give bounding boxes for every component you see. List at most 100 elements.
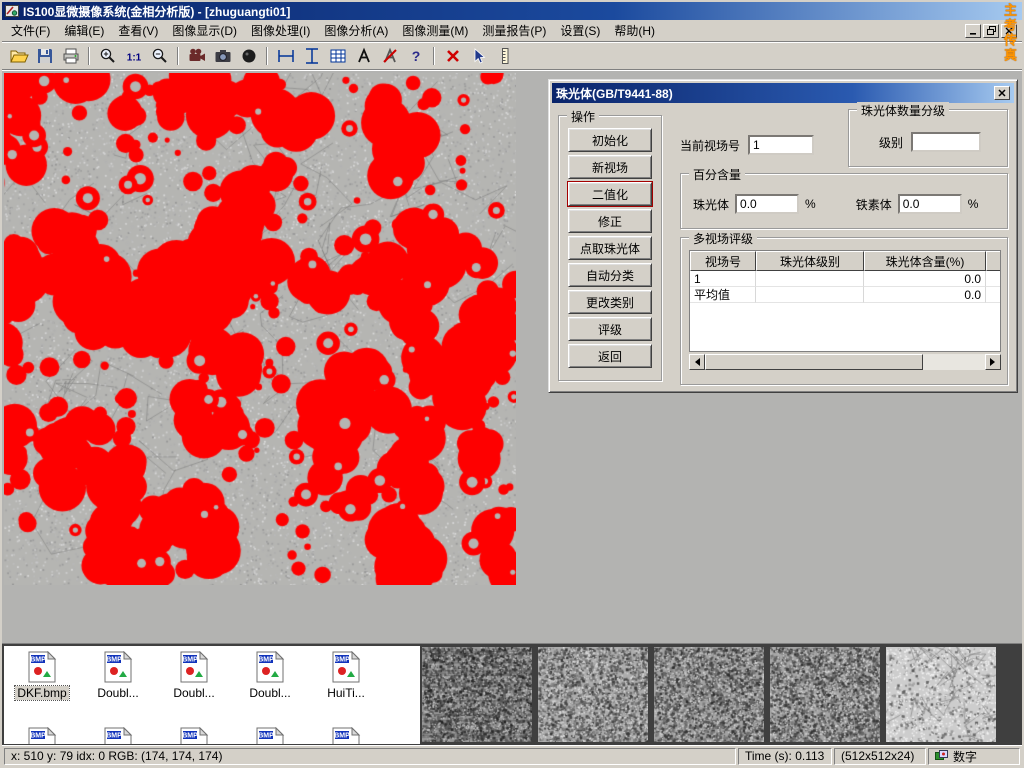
dialog-close-button[interactable]	[994, 86, 1010, 100]
video-capture-button[interactable]	[184, 45, 209, 68]
multifield-group-label: 多视场评级	[689, 230, 757, 247]
pearlite-percent-input[interactable]	[735, 194, 799, 214]
correct-button[interactable]: 修正	[568, 209, 652, 233]
bmp-file-icon: BMP	[102, 651, 134, 683]
svg-text:?: ?	[411, 48, 420, 64]
image-thumbnail[interactable]	[538, 647, 648, 742]
file-item[interactable]: BMP HuiTi...	[308, 646, 384, 722]
zoom-in-button[interactable]	[95, 45, 120, 68]
menu-measure-report[interactable]: 测量报告(P)	[475, 20, 553, 41]
table-row[interactable]: 1 0.0	[690, 271, 1001, 287]
pointer-tool-button[interactable]	[466, 45, 491, 68]
multifield-table: 视场号 珠光体级别 珠光体含量(%) 铁素体含量(%) 1 0.0	[689, 250, 1001, 352]
menu-image-analysis[interactable]: 图像分析(A)	[317, 20, 395, 41]
scroll-right-button[interactable]	[985, 354, 1001, 370]
svg-text:BMP: BMP	[182, 733, 198, 740]
svg-text:BMP: BMP	[258, 657, 274, 664]
image-thumbnail[interactable]	[654, 647, 764, 742]
watermark-text: 主考传真	[1000, 3, 1019, 63]
file-item[interactable]: BMP	[80, 722, 156, 744]
rate-button[interactable]: 评级	[568, 317, 652, 341]
capture-mode-panel: 数字	[928, 748, 1020, 765]
binarize-button[interactable]: 二值化	[568, 182, 652, 206]
delete-annotation-button[interactable]	[377, 45, 402, 68]
video-camera-icon	[187, 46, 207, 66]
table-horizontal-scrollbar[interactable]	[689, 354, 1001, 370]
text-annotation-button[interactable]	[351, 45, 376, 68]
zoom-out-button[interactable]	[147, 45, 172, 68]
aperture-button[interactable]	[236, 45, 261, 68]
ferrite-percent-input[interactable]	[898, 194, 962, 214]
ruler-tool-button[interactable]	[492, 45, 517, 68]
photo-capture-button[interactable]	[210, 45, 235, 68]
file-item[interactable]: BMP DKF.bmp	[4, 646, 80, 722]
image-thumbnail[interactable]	[770, 647, 880, 742]
help-button[interactable]: ?	[403, 45, 428, 68]
caliper-vertical-icon	[302, 46, 322, 66]
file-item[interactable]: BMP	[4, 722, 80, 744]
bmp-file-icon: BMP	[178, 651, 210, 683]
menu-help[interactable]: 帮助(H)	[607, 20, 662, 41]
operation-group-label: 操作	[567, 108, 599, 125]
minimize-icon	[969, 27, 977, 35]
change-class-button[interactable]: 更改类别	[568, 290, 652, 314]
menu-file[interactable]: 文件(F)	[4, 20, 57, 41]
image-thumbnail[interactable]	[422, 647, 532, 742]
file-item[interactable]: BMP	[156, 722, 232, 744]
red-cross-icon	[443, 46, 463, 66]
resolution-readout: (512x512x24)	[834, 748, 926, 765]
scroll-left-button[interactable]	[689, 354, 705, 370]
menu-image-measure[interactable]: 图像测量(M)	[395, 20, 475, 41]
scrollbar-thumb[interactable]	[705, 354, 923, 370]
file-item[interactable]: BMP Doubl...	[80, 646, 156, 722]
menu-edit[interactable]: 编辑(E)	[57, 20, 111, 41]
new-field-button[interactable]: 新视场	[568, 155, 652, 179]
file-item[interactable]: BMP Doubl...	[232, 646, 308, 722]
measure-height-button[interactable]	[299, 45, 324, 68]
measure-width-button[interactable]	[273, 45, 298, 68]
close-icon	[998, 89, 1006, 97]
metallographic-image[interactable]	[4, 73, 516, 585]
pick-pearlite-button[interactable]: 点取珠光体	[568, 236, 652, 260]
file-item[interactable]: BMP	[308, 722, 384, 744]
restore-icon	[987, 26, 996, 35]
mdi-restore-button[interactable]	[983, 24, 999, 38]
file-item[interactable]: BMP	[232, 722, 308, 744]
svg-text:BMP: BMP	[30, 657, 46, 664]
initialize-button[interactable]: 初始化	[568, 128, 652, 152]
current-field-input[interactable]	[748, 135, 814, 155]
menu-image-process[interactable]: 图像处理(I)	[244, 20, 317, 41]
cell-level	[756, 287, 864, 303]
cell-ferrite	[986, 271, 1001, 287]
title-bar[interactable]: IS100显微摄像系统(金相分析版) - [zhuguangti01]	[2, 2, 1022, 20]
save-button[interactable]	[32, 45, 57, 68]
zoom-in-icon	[98, 46, 118, 66]
auto-classify-button[interactable]: 自动分类	[568, 263, 652, 287]
level-input[interactable]	[911, 132, 981, 152]
scrollbar-track[interactable]	[705, 354, 985, 370]
image-thumbnail[interactable]	[886, 647, 996, 742]
thumbnail-strip	[422, 647, 996, 742]
menu-settings[interactable]: 设置(S)	[553, 20, 607, 41]
bmp-file-icon: BMP	[26, 651, 58, 683]
toolbar-separator	[433, 47, 435, 65]
time-readout: Time (s): 0.113	[738, 748, 832, 765]
menu-image-display[interactable]: 图像显示(D)	[165, 20, 244, 41]
dialog-title-bar[interactable]: 珠光体(GB/T9441-88)	[552, 83, 1014, 103]
return-button[interactable]: 返回	[568, 344, 652, 368]
actual-size-button[interactable]: 1:1	[121, 45, 146, 68]
open-button[interactable]	[6, 45, 31, 68]
grid-icon	[328, 46, 348, 66]
mdi-minimize-button[interactable]	[965, 24, 981, 38]
percent-sign: %	[968, 197, 979, 211]
app-icon	[5, 4, 19, 18]
measure-grid-button[interactable]	[325, 45, 350, 68]
mdi-client-area: 珠光体(GB/T9441-88) 操作 初始化 新视场 二值化 修正 点取珠光体…	[2, 70, 1022, 643]
table-row[interactable]: 平均值 0.0	[690, 287, 1001, 303]
delete-tool-button[interactable]	[440, 45, 465, 68]
print-button[interactable]	[58, 45, 83, 68]
menu-view[interactable]: 查看(V)	[111, 20, 165, 41]
toolbar-separator	[177, 47, 179, 65]
file-item[interactable]: BMP Doubl...	[156, 646, 232, 722]
bmp-file-icon: BMP	[330, 651, 362, 683]
